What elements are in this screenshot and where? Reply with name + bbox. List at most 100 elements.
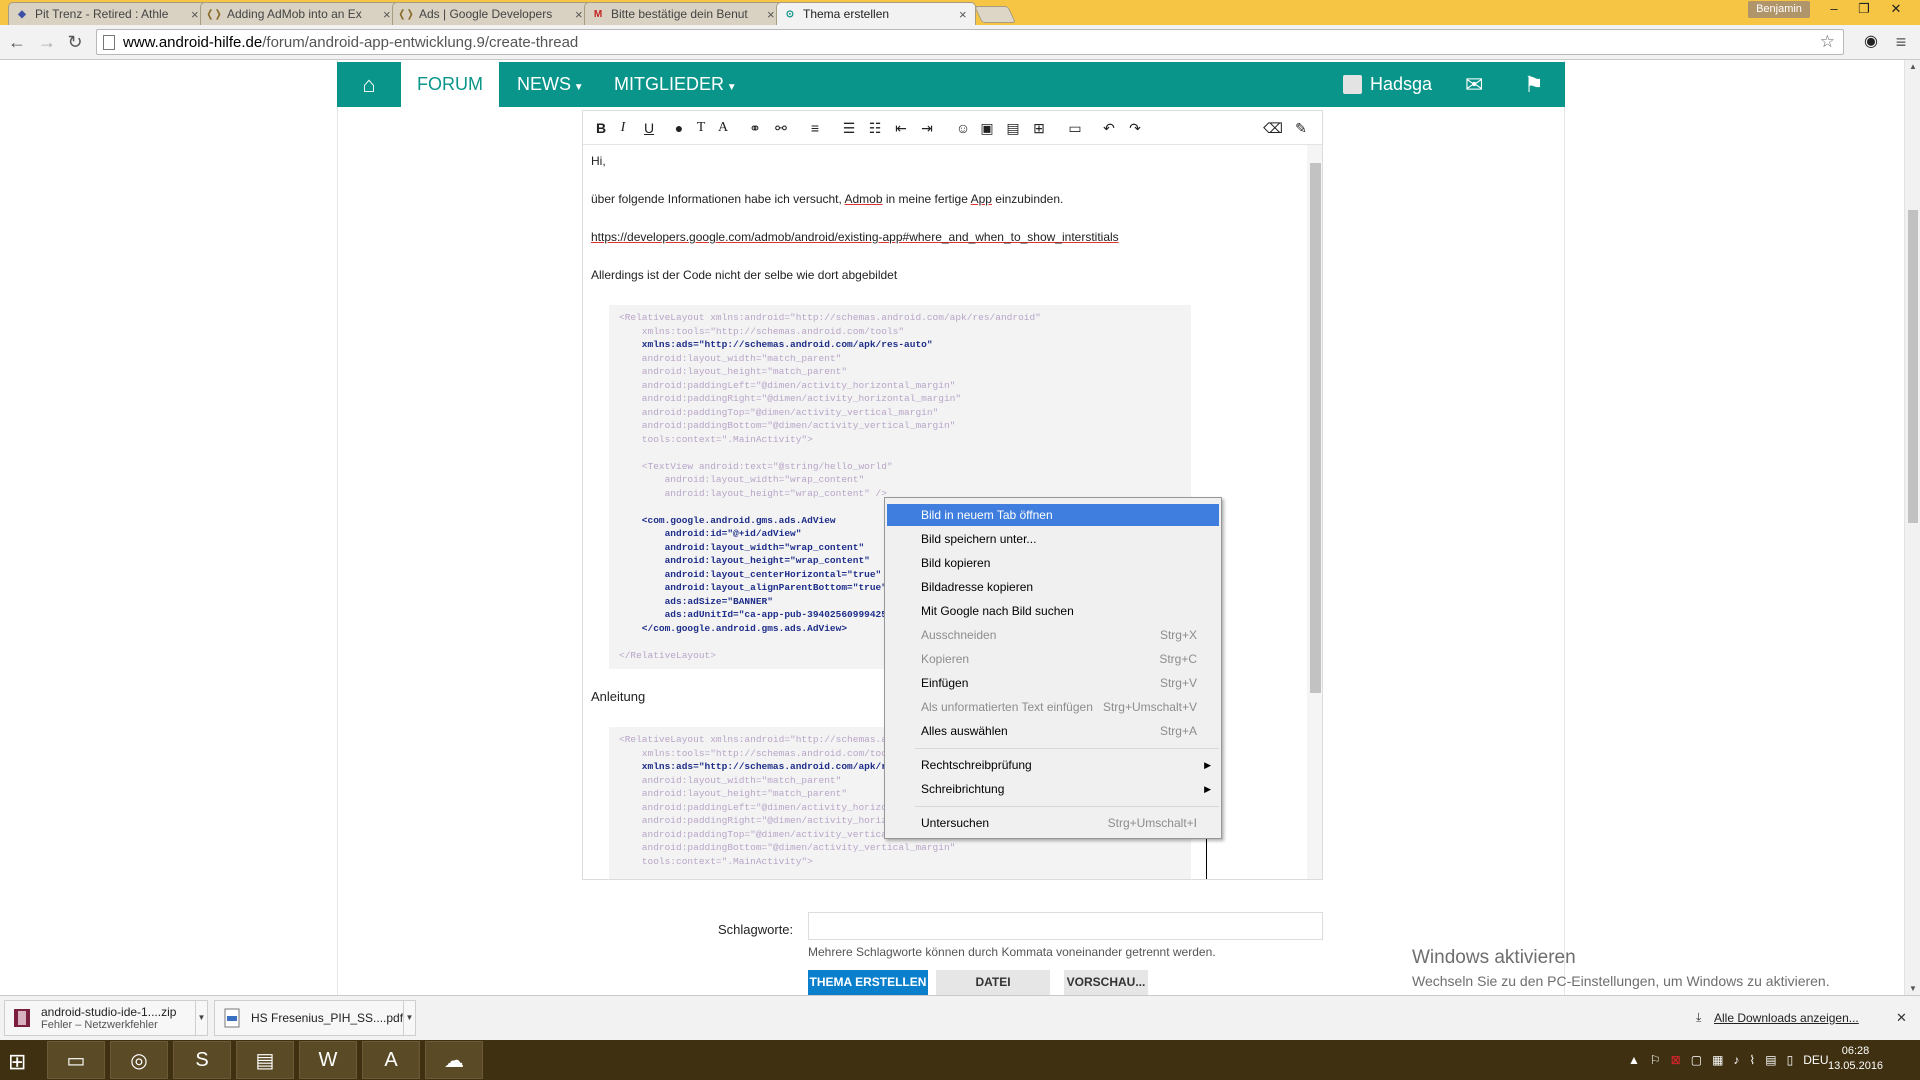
browser-tab-active[interactable]: ⊙ Thema erstellen × (776, 2, 976, 25)
user-menu[interactable]: Hadsga (1343, 62, 1432, 107)
scroll-up-icon[interactable]: ▲ (1905, 62, 1920, 71)
volume-icon[interactable]: ♪ (1733, 1053, 1739, 1067)
text-size-icon[interactable]: T (691, 119, 711, 137)
profile-badge[interactable]: Benjamin (1748, 1, 1810, 18)
bold-icon[interactable]: B (591, 119, 611, 137)
tray-antivirus-icon[interactable]: ⊠ (1671, 1053, 1681, 1067)
wifi-icon[interactable]: ⌇ (1749, 1053, 1755, 1067)
code-line: android:paddingRight="@dimen/activity_ho… (619, 393, 962, 404)
insert-icon[interactable]: ⊞ (1029, 119, 1049, 137)
menu-item-copy-image-address[interactable]: Bildadresse kopieren (887, 576, 1219, 598)
developer-link[interactable]: https://developers.google.com/admob/andr… (591, 230, 1119, 244)
preview-button[interactable]: VORSCHAU... (1064, 970, 1148, 995)
browser-tab[interactable]: ❬❭ Ads | Google Developers × (392, 2, 592, 25)
pdf-icon[interactable]: ▤ (236, 1041, 294, 1079)
smiley-icon[interactable]: ☺ (953, 119, 973, 137)
word-icon[interactable]: W (299, 1041, 357, 1079)
numbered-list-icon[interactable]: ☷ (865, 119, 885, 137)
bullet-list-icon[interactable]: ☰ (839, 119, 859, 137)
close-window-icon[interactable]: ✕ (1882, 0, 1910, 18)
unlink-icon[interactable]: ⚯ (771, 119, 791, 137)
browser-tab[interactable]: ❬❭ Adding AdMob into an Ex × (200, 2, 400, 25)
editor-scrollbar[interactable] (1307, 145, 1322, 879)
menu-item-spellcheck[interactable]: Rechtschreibprüfung ▶ (887, 754, 1219, 776)
browser-tab[interactable]: M Bitte bestätige dein Benut × (584, 2, 784, 25)
nav-forum[interactable]: FORUM (401, 62, 499, 107)
flag-icon[interactable]: ⚑ (1524, 62, 1544, 107)
tray-up-arrow-icon[interactable]: ▲ (1628, 1053, 1640, 1067)
chevron-down-icon[interactable]: ▼ (195, 1001, 207, 1035)
android-icon: ❬❭ (205, 8, 223, 20)
minimize-icon[interactable]: – (1820, 0, 1848, 18)
skype-icon[interactable]: S (173, 1041, 231, 1079)
upload-file-button[interactable]: DATEI HOCHLADEN (936, 970, 1050, 995)
save-draft-icon[interactable]: ▭ (1065, 119, 1085, 137)
outdent-icon[interactable]: ⇤ (891, 119, 911, 137)
close-icon[interactable]: ✕ (1896, 1010, 1907, 1026)
chevron-down-icon[interactable]: ▼ (403, 1001, 415, 1035)
explorer-icon[interactable]: ▭ (47, 1041, 105, 1079)
reload-icon[interactable]: ↻ (64, 31, 86, 53)
bookmark-star-icon[interactable]: ☆ (1820, 32, 1835, 52)
indent-icon[interactable]: ⇥ (917, 119, 937, 137)
undo-icon[interactable]: ↶ (1099, 119, 1119, 137)
menu-item-writing-direction[interactable]: Schreibrichtung ▶ (887, 778, 1219, 800)
scroll-down-icon[interactable]: ▼ (1905, 984, 1920, 993)
android-studio-icon[interactable]: A (362, 1041, 420, 1079)
page-scrollbar[interactable]: ▲ ▼ (1904, 60, 1920, 995)
show-all-downloads-link[interactable]: Alle Downloads anzeigen... (1714, 1011, 1859, 1025)
clock[interactable]: 06:28 13.05.2016 (1828, 1044, 1883, 1074)
menu-item-open-image-new-tab[interactable]: Bild in neuem Tab öffnen (887, 504, 1219, 526)
scroll-thumb[interactable] (1908, 210, 1918, 523)
tray-printer-icon[interactable]: ▤ (1765, 1053, 1776, 1067)
restore-icon[interactable]: ❐ (1850, 0, 1878, 18)
link-icon[interactable]: ⚭ (745, 119, 765, 137)
close-tab-icon[interactable]: × (959, 7, 969, 22)
menu-item-save-image[interactable]: Bild speichern unter... (887, 528, 1219, 550)
scroll-thumb[interactable] (1310, 163, 1321, 693)
clock-time: 06:28 (1841, 1045, 1870, 1057)
extension-icon[interactable]: ◉ (1860, 31, 1882, 53)
back-icon[interactable]: ← (6, 31, 28, 53)
browser-tab[interactable]: ◆ Pit Trenz - Retired : Athle × (8, 2, 208, 25)
menu-item-select-all[interactable]: Alles auswählen Strg+A (887, 720, 1219, 742)
wrench-icon[interactable]: ✎ (1291, 119, 1311, 137)
menu-item-search-google-image[interactable]: Mit Google nach Bild suchen (887, 600, 1219, 622)
address-bar[interactable]: www.android-hilfe.de/forum/android-app-e… (96, 29, 1844, 55)
menu-icon[interactable]: ≡ (1890, 31, 1912, 53)
language-indicator[interactable]: DEU (1803, 1053, 1828, 1067)
media-icon[interactable]: ▤ (1003, 119, 1023, 137)
envelope-icon[interactable]: ✉ (1465, 62, 1483, 107)
menu-item-copy[interactable]: Kopieren Strg+C (887, 648, 1219, 670)
download-item[interactable]: android-studio-ide-1....zip Fehler – Net… (4, 1000, 208, 1036)
forward-icon[interactable]: → (36, 31, 58, 53)
menu-item-cut[interactable]: Ausschneiden Strg+X (887, 624, 1219, 646)
menu-item-paste-plain[interactable]: Als unformatierten Text einfügen Strg+Ums… (887, 696, 1219, 718)
menu-label: Bild in neuem Tab öffnen (921, 508, 1053, 522)
menu-item-paste[interactable]: Einfügen Strg+V (887, 672, 1219, 694)
color-drop-icon[interactable]: ● (669, 119, 689, 137)
new-tab-button[interactable] (974, 6, 1016, 23)
eraser-icon[interactable]: ⌫ (1263, 119, 1283, 137)
tray-keyboard-icon[interactable]: ▦ (1712, 1053, 1723, 1067)
italic-icon[interactable]: I (613, 119, 633, 137)
nav-members[interactable]: MITGLIEDER ▼ (614, 62, 737, 107)
tray-display-icon[interactable]: ▢ (1691, 1053, 1702, 1067)
tags-input[interactable] (808, 912, 1323, 940)
nav-news[interactable]: NEWS ▼ (517, 62, 584, 107)
underline-icon[interactable]: U (639, 119, 659, 137)
menu-item-copy-image[interactable]: Bild kopieren (887, 552, 1219, 574)
tray-flag-icon[interactable]: ⚐ (1650, 1053, 1661, 1067)
network-icon[interactable]: ☁ (425, 1041, 483, 1079)
tray-battery-icon[interactable]: ▯ (1787, 1053, 1794, 1067)
menu-item-inspect[interactable]: Untersuchen Strg+Umschalt+I (887, 812, 1219, 834)
image-icon[interactable]: ▣ (977, 119, 997, 137)
create-thread-button[interactable]: THEMA ERSTELLEN (808, 970, 928, 995)
download-item[interactable]: HS Fresenius_PIH_SS....pdf ▼ (214, 1000, 416, 1036)
font-icon[interactable]: A (713, 119, 733, 137)
home-icon[interactable]: ⌂ (337, 62, 401, 107)
align-icon[interactable]: ≡ (805, 119, 825, 137)
chrome-icon[interactable]: ◎ (110, 1041, 168, 1079)
windows-start-icon[interactable]: ⊞ (8, 1049, 26, 1075)
redo-icon[interactable]: ↷ (1125, 119, 1145, 137)
